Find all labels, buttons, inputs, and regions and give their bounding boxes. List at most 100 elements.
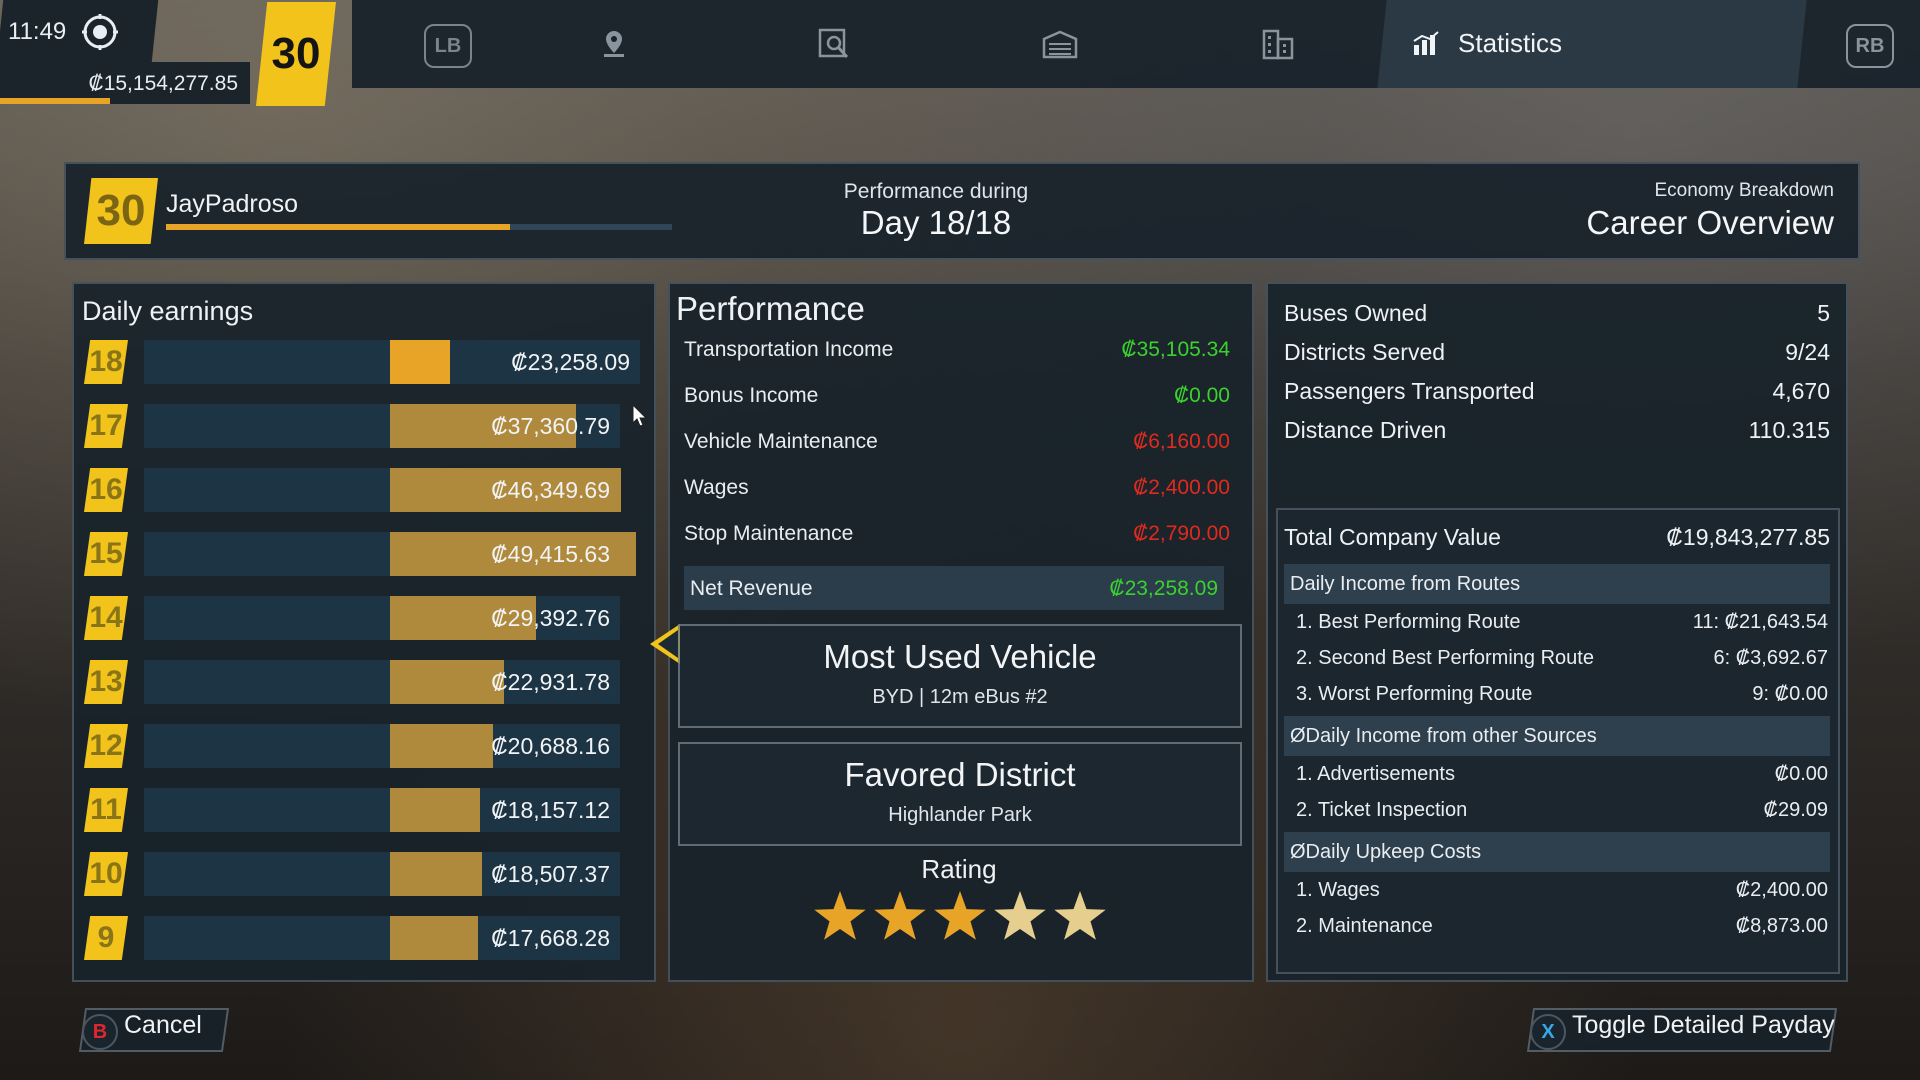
performance-title: Performance bbox=[676, 290, 865, 327]
section-line-label: 2. Maintenance bbox=[1296, 915, 1433, 937]
performance-label: Bonus Income bbox=[684, 384, 819, 407]
lb-shoulder-button[interactable]: LB bbox=[424, 24, 472, 68]
section-line: 3. Worst Performing Route 9: ₡0.00 bbox=[1296, 678, 1828, 710]
day-number-badge: 16 bbox=[84, 468, 128, 512]
section-line-value: ₡8,873.00 bbox=[1735, 915, 1828, 937]
net-revenue-value: ₡23,258.09 bbox=[1109, 577, 1218, 600]
earnings-bar-track: ₡18,507.37 bbox=[144, 852, 620, 896]
company-value-panel: Total Company Value ₡19,843,277.85 Daily… bbox=[1276, 508, 1840, 974]
section-line: 2. Second Best Performing Route 6: ₡3,692… bbox=[1296, 642, 1828, 674]
section-title: ØDaily Income from other Sources bbox=[1290, 725, 1597, 747]
search-document-icon[interactable] bbox=[812, 24, 856, 64]
map-pin-icon[interactable] bbox=[592, 24, 636, 64]
earnings-row[interactable]: 11 ₡18,157.12 bbox=[84, 788, 634, 832]
earnings-row[interactable]: 12 ₡20,688.16 bbox=[84, 724, 634, 768]
performance-label: Wages bbox=[684, 476, 749, 499]
earnings-value: ₡49,415.63 bbox=[491, 541, 610, 567]
earnings-row[interactable]: 10 ₡18,507.37 bbox=[84, 852, 634, 896]
time-speed-icon[interactable] bbox=[80, 12, 120, 52]
rb-shoulder-button[interactable]: RB bbox=[1846, 24, 1894, 68]
stat-value: 9/24 bbox=[1785, 339, 1830, 365]
xp-progress-track bbox=[166, 224, 672, 230]
performance-row: Transportation Income ₡35,105.34 bbox=[684, 330, 1240, 370]
section-line: 1. Wages ₡2,400.00 bbox=[1296, 874, 1828, 906]
favored-district-value: Highlander Park bbox=[888, 804, 1032, 826]
earnings-bar bbox=[390, 852, 482, 896]
buildings-icon[interactable] bbox=[1256, 24, 1300, 64]
earnings-row[interactable]: 9 ₡17,668.28 bbox=[84, 916, 634, 960]
earnings-value: ₡46,349.69 bbox=[491, 477, 610, 503]
player-level-badge: 30 bbox=[256, 2, 336, 106]
section-line-label: 1. Wages bbox=[1296, 879, 1380, 901]
earnings-row[interactable]: 15 ₡49,415.63 bbox=[84, 532, 636, 576]
performance-value: ₡2,790.00 bbox=[1133, 522, 1230, 545]
depot-icon[interactable] bbox=[1038, 24, 1082, 64]
economy-breakdown-label: Economy Breakdown bbox=[1654, 180, 1834, 201]
summary-header: 30 JayPadroso Performance during Day 18/… bbox=[64, 162, 1860, 260]
earnings-bar bbox=[390, 340, 450, 384]
section-header: ØDaily Upkeep Costs bbox=[1284, 832, 1830, 872]
performance-value: ₡2,400.00 bbox=[1133, 476, 1230, 499]
day-number-badge: 12 bbox=[84, 724, 128, 768]
earnings-bar-track: ₡18,157.12 bbox=[144, 788, 620, 832]
star-filled-icon bbox=[874, 891, 926, 940]
stat-value: 110.315 bbox=[1748, 417, 1830, 443]
day-number-badge: 14 bbox=[84, 596, 128, 640]
earnings-row[interactable]: 17 ₡37,360.79 bbox=[84, 404, 634, 448]
performance-value: ₡6,160.00 bbox=[1133, 430, 1230, 453]
performance-value: ₡0.00 bbox=[1173, 384, 1230, 407]
section-line-value: ₡2,400.00 bbox=[1735, 879, 1828, 901]
section-line-label: 3. Worst Performing Route bbox=[1296, 683, 1533, 705]
earnings-bar-track: ₡46,349.69 bbox=[144, 468, 621, 512]
balance-panel: ₡15,154,277.85 bbox=[0, 62, 250, 104]
player-name: JayPadroso bbox=[166, 190, 299, 218]
stat-value: 4,670 bbox=[1772, 378, 1830, 404]
stat-label: Passengers Transported bbox=[1284, 378, 1535, 404]
stat-row: Passengers Transported 4,670 bbox=[1284, 372, 1830, 408]
earnings-value: ₡18,157.12 bbox=[491, 797, 610, 823]
clock-time: 11:49 bbox=[8, 18, 67, 45]
earnings-row[interactable]: 16 ₡46,349.69 bbox=[84, 468, 634, 512]
section-line-label: 2. Ticket Inspection bbox=[1296, 799, 1468, 821]
earnings-row[interactable]: 18 ₡23,258.09 bbox=[84, 340, 640, 384]
section-line: 1. Advertisements ₡0.00 bbox=[1296, 758, 1828, 790]
section-line-value: ₡0.00 bbox=[1774, 763, 1828, 785]
performance-label: Stop Maintenance bbox=[684, 522, 854, 545]
earnings-bar-track: ₡37,360.79 bbox=[144, 404, 620, 448]
day-number-badge: 17 bbox=[84, 404, 128, 448]
earnings-bar-track: ₡49,415.63 bbox=[144, 532, 636, 576]
section-line-value: 6: ₡3,692.67 bbox=[1713, 647, 1828, 669]
performance-row: Vehicle Maintenance ₡6,160.00 bbox=[684, 422, 1240, 462]
career-overview-title: Career Overview bbox=[1586, 204, 1834, 241]
performance-value: ₡35,105.34 bbox=[1121, 338, 1230, 361]
player-level: 30 bbox=[84, 178, 158, 244]
earnings-value: ₡37,360.79 bbox=[491, 413, 610, 439]
earnings-bar-track: ₡20,688.16 bbox=[144, 724, 620, 768]
top-navigation: LB Statistics RB bbox=[352, 0, 1920, 88]
rating-stars bbox=[814, 891, 1106, 940]
earnings-value: ₡20,688.16 bbox=[491, 733, 610, 759]
performance-label: Vehicle Maintenance bbox=[684, 430, 878, 453]
stat-row: Distance Driven 110.315 bbox=[1284, 411, 1830, 447]
earnings-bar bbox=[390, 916, 478, 960]
star-empty-icon bbox=[1054, 891, 1106, 940]
stat-row: Districts Served 9/24 bbox=[1284, 333, 1830, 369]
earnings-bar bbox=[390, 724, 493, 768]
cancel-label: Cancel bbox=[124, 1011, 202, 1039]
total-company-value-row: Total Company Value ₡19,843,277.85 bbox=[1284, 518, 1830, 554]
earnings-bar-track: ₡17,668.28 bbox=[144, 916, 620, 960]
section-line-value: 11: ₡21,643.54 bbox=[1692, 611, 1828, 633]
earnings-bar-track: ₡22,931.78 bbox=[144, 660, 620, 704]
net-revenue-label: Net Revenue bbox=[690, 577, 813, 600]
section-header: Daily Income from Routes bbox=[1284, 564, 1830, 604]
earnings-bar-track: ₡23,258.09 bbox=[144, 340, 640, 384]
section-line: 1. Best Performing Route 11: ₡21,643.54 bbox=[1296, 606, 1828, 638]
tab-statistics-label: Statistics bbox=[1458, 28, 1563, 58]
earnings-row[interactable]: 14 ₡29,392.76 bbox=[84, 596, 634, 640]
star-empty-icon bbox=[994, 891, 1046, 940]
daily-earnings-panel: Daily earnings 18 ₡23,258.09 17 ₡37,360.79 1… bbox=[72, 282, 656, 982]
xp-progress-fill bbox=[166, 224, 511, 230]
section-line-label: 1. Advertisements bbox=[1296, 763, 1455, 785]
mouse-cursor-icon bbox=[632, 404, 648, 427]
earnings-row[interactable]: 13 ₡22,931.78 bbox=[84, 660, 634, 704]
